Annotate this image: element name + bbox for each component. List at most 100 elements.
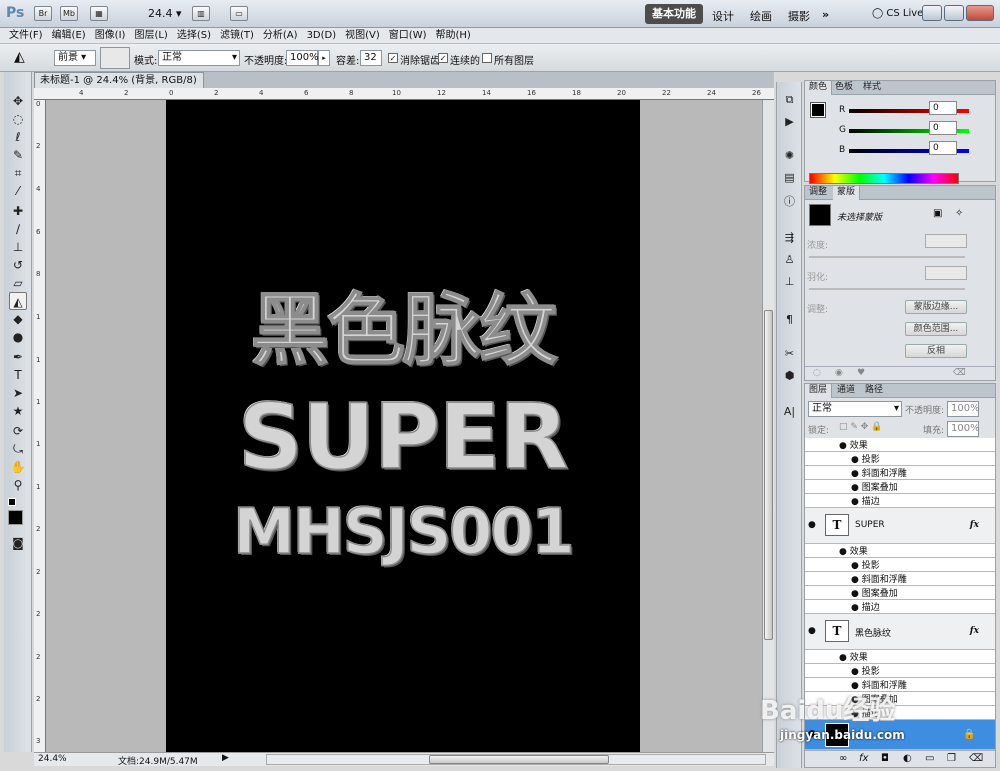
eraser-tool-icon[interactable]: ▱: [9, 274, 27, 292]
character-icon[interactable]: A|: [781, 404, 798, 420]
vertical-scrollbar[interactable]: [762, 100, 774, 752]
workspace-design-button[interactable]: 设计: [712, 8, 734, 24]
visibility-eye-icon[interactable]: ●: [808, 520, 816, 530]
opacity-input[interactable]: 100%: [286, 50, 319, 66]
delete-layer-icon[interactable]: ⌫: [969, 753, 983, 764]
all-layers-checkbox[interactable]: [482, 53, 492, 63]
menu-filter[interactable]: 滤镜(T): [220, 28, 254, 44]
opacity-slider-button[interactable]: ▸: [318, 50, 330, 66]
density-slider[interactable]: [809, 256, 965, 258]
list-item[interactable]: ● 效果: [805, 544, 995, 558]
crop-tool-icon[interactable]: ⌗: [9, 164, 27, 182]
default-colors-icon[interactable]: [8, 498, 16, 506]
status-menu-arrow-icon[interactable]: ▶: [222, 753, 229, 763]
pixel-mask-icon[interactable]: ▣: [933, 208, 942, 219]
blue-value[interactable]: 0: [929, 141, 957, 155]
history-icon[interactable]: ⧉: [781, 92, 798, 108]
mask-edge-button[interactable]: 蒙版边缘...: [905, 300, 967, 314]
marquee-tool-icon[interactable]: ◌: [9, 110, 27, 128]
lasso-tool-icon[interactable]: ℓ: [9, 128, 27, 146]
list-item[interactable]: ● 投影: [805, 452, 995, 466]
pen-tool-icon[interactable]: ✒: [9, 348, 27, 366]
move-tool-icon[interactable]: ✥: [9, 92, 27, 110]
3d-icon[interactable]: ⬢: [781, 368, 798, 384]
healing-brush-tool-icon[interactable]: ✚: [9, 202, 27, 220]
tab-color[interactable]: 颜色: [805, 81, 833, 95]
new-group-icon[interactable]: ▭: [925, 753, 934, 764]
list-item[interactable]: ● 描边: [805, 494, 995, 508]
contiguous-checkbox[interactable]: ✓: [438, 53, 448, 63]
layer-name[interactable]: 黑色脉纹: [855, 626, 891, 639]
mode-select[interactable]: 正常 ▾: [158, 50, 240, 66]
layer-row-super[interactable]: ● T SUPER fx: [805, 508, 995, 544]
list-item[interactable]: ● 图案叠加: [805, 586, 995, 600]
arrange-documents-icon[interactable]: ▥: [192, 6, 210, 21]
blur-tool-icon[interactable]: ◆: [9, 310, 27, 328]
layer-row-heimai[interactable]: ● T 黑色脉纹 fx: [805, 614, 995, 650]
color-spectrum[interactable]: [809, 173, 959, 184]
color-range-button[interactable]: 颜色范围...: [905, 322, 967, 336]
foreground-color-swatch[interactable]: [8, 510, 23, 525]
quick-selection-tool-icon[interactable]: ✎: [9, 146, 27, 164]
menu-edit[interactable]: 编辑(E): [52, 28, 86, 44]
menu-3d[interactable]: 3D(D): [307, 28, 337, 44]
disable-mask-icon[interactable]: ♥: [857, 368, 865, 378]
list-item[interactable]: ● 斜面和浮雕: [805, 572, 995, 586]
link-layers-icon[interactable]: ∞: [839, 753, 847, 764]
list-item[interactable]: ● 图案叠加: [805, 480, 995, 494]
hand-tool-icon[interactable]: ✋: [9, 458, 27, 476]
restore-button[interactable]: [944, 5, 964, 21]
list-item[interactable]: ● 斜面和浮雕: [805, 466, 995, 480]
info-icon[interactable]: ⓘ: [781, 194, 798, 210]
layer-style-icon[interactable]: fx: [859, 753, 868, 764]
actions-icon[interactable]: ▶: [781, 114, 798, 130]
fx-icon[interactable]: fx: [970, 626, 979, 636]
3d-orbit-tool-icon[interactable]: ⤿: [9, 440, 27, 458]
list-item[interactable]: ● 投影: [805, 558, 995, 572]
load-selection-icon[interactable]: ◌: [813, 368, 821, 378]
menu-image[interactable]: 图像(I): [95, 28, 126, 44]
horizontal-scrollbar[interactable]: [266, 754, 766, 765]
tab-masks[interactable]: 蒙版: [833, 186, 861, 200]
tool-presets-icon[interactable]: ⊥: [781, 274, 798, 290]
antialias-checkbox[interactable]: ✓: [388, 53, 398, 63]
list-item[interactable]: ● 描边: [805, 600, 995, 614]
view-mask-icon[interactable]: ◉: [835, 368, 843, 378]
menu-view[interactable]: 视图(V): [345, 28, 380, 44]
vector-mask-icon[interactable]: ✧: [955, 208, 963, 219]
feather-slider[interactable]: [809, 288, 965, 290]
list-item[interactable]: ● 效果: [805, 438, 995, 452]
invert-button[interactable]: 反相: [905, 344, 967, 358]
navigator-icon[interactable]: ✺: [781, 148, 798, 164]
tools-preset-icon[interactable]: ✂: [781, 346, 798, 362]
list-item[interactable]: ● 投影: [805, 664, 995, 678]
screen-mode-icon[interactable]: ▭: [230, 6, 248, 21]
tab-adjustments[interactable]: 调整: [805, 186, 831, 200]
fill-source-select[interactable]: 前景 ▾: [54, 50, 96, 66]
density-input[interactable]: [925, 234, 967, 248]
pattern-swatch[interactable]: [100, 47, 130, 69]
menu-window[interactable]: 窗口(W): [389, 28, 427, 44]
menu-select[interactable]: 选择(S): [177, 28, 211, 44]
more-workspaces-button[interactable]: »: [822, 8, 829, 21]
menu-help[interactable]: 帮助(H): [436, 28, 471, 44]
minimize-button[interactable]: [922, 5, 942, 21]
list-item[interactable]: ● 效果: [805, 650, 995, 664]
blend-mode-select[interactable]: 正常 ▾: [808, 401, 902, 417]
type-tool-icon[interactable]: T: [9, 366, 27, 384]
vertical-scroll-thumb[interactable]: [764, 310, 773, 640]
bridge-icon[interactable]: Br: [34, 6, 52, 21]
document-tab[interactable]: 未标题-1 @ 24.4% (背景, RGB/8) * ×: [34, 72, 204, 101]
brushes-icon[interactable]: ⇶: [781, 230, 798, 246]
tolerance-input[interactable]: 32: [360, 50, 382, 66]
workspace-painting-button[interactable]: 绘画: [750, 8, 772, 24]
tab-paths[interactable]: 路径: [861, 384, 887, 398]
tab-swatches[interactable]: 色板: [831, 81, 857, 95]
layer-name[interactable]: SUPER: [855, 520, 885, 530]
tab-channels[interactable]: 通道: [833, 384, 859, 398]
mini-bridge-icon[interactable]: Mb: [60, 6, 78, 21]
path-selection-tool-icon[interactable]: ➤: [9, 384, 27, 402]
menu-analysis[interactable]: 分析(A): [263, 28, 298, 44]
tab-styles[interactable]: 样式: [859, 81, 885, 95]
brush-tool-icon[interactable]: ∕: [9, 220, 27, 238]
